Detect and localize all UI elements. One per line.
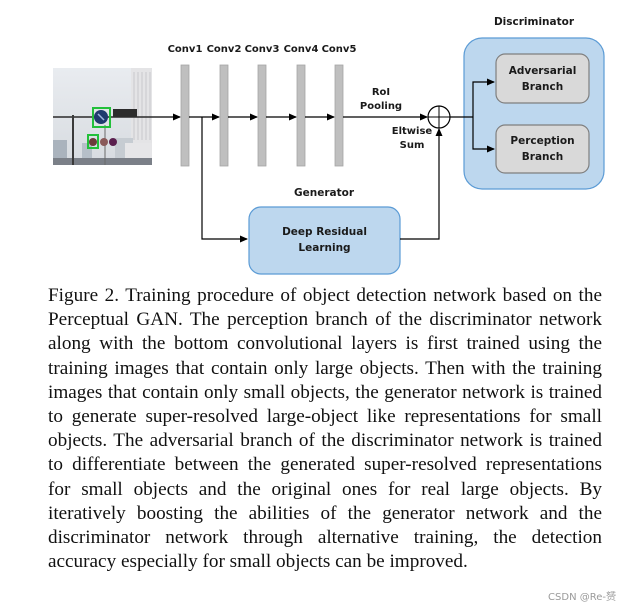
adversarial-line2: Branch xyxy=(521,81,564,93)
figure-caption: Figure 2. Training procedure of object d… xyxy=(48,285,602,573)
conv-layer-label: Conv5 xyxy=(321,44,357,55)
perception-line2: Branch xyxy=(521,151,564,163)
generator-title: Generator xyxy=(293,187,354,199)
conv-layer-bar xyxy=(257,64,267,167)
conv-layer-bar xyxy=(219,64,229,167)
input-image xyxy=(53,68,152,165)
adversarial-branch-label: Adversarial Branch xyxy=(496,63,589,95)
roi-pooling-label: RoI Pooling xyxy=(357,86,405,114)
generator-box-label: Deep Residual Learning xyxy=(249,224,400,256)
roi-pooling-line1: RoI xyxy=(371,87,391,98)
conv-layer-bar xyxy=(334,64,344,167)
watermark: CSDN @Re-赟 xyxy=(548,592,616,603)
conv-layer-bar xyxy=(296,64,306,167)
generator-label-line1: Deep Residual xyxy=(282,226,367,238)
conv-layer-bar xyxy=(180,64,190,167)
eltwise-line2: Sum xyxy=(399,140,425,151)
roi-pooling-line2: Pooling xyxy=(359,101,403,112)
adversarial-line1: Adversarial xyxy=(508,65,577,77)
eltwise-line1: Eltwise xyxy=(391,126,433,137)
discriminator-title: Discriminator xyxy=(493,16,575,28)
perception-line1: Perception xyxy=(510,135,575,147)
eltwise-sum-label: Eltwise Sum xyxy=(388,125,436,153)
perception-branch-label: Perception Branch xyxy=(496,133,589,165)
generator-label-line2: Learning xyxy=(298,242,351,254)
